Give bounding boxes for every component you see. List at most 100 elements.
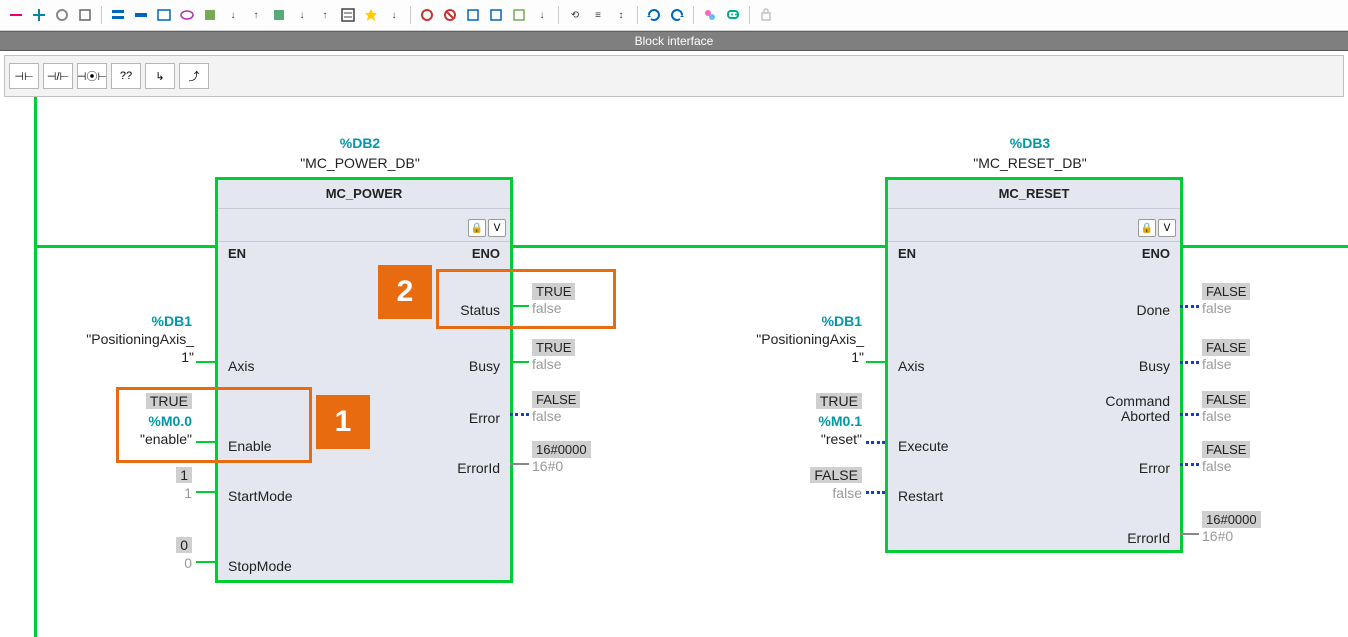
pin-errorid: ErrorId: [1127, 530, 1170, 546]
toolbar-btn[interactable]: ⟲: [565, 5, 585, 25]
in-axis-name2: "PositioningAxis_: [690, 331, 864, 347]
wire: [510, 361, 529, 363]
block-title: MC_RESET: [888, 180, 1180, 209]
toolbar-btn[interactable]: [509, 5, 529, 25]
toolbar-btn[interactable]: [756, 5, 776, 25]
pin-execute: Execute: [898, 438, 949, 454]
db-tag-block2: %DB3: [950, 135, 1110, 151]
pin-error: Error: [1139, 460, 1170, 476]
toolbar-btn[interactable]: [667, 5, 687, 25]
pin-busy: Busy: [1139, 358, 1170, 374]
in-restart-state: FALSE: [790, 467, 862, 483]
in-stopmode-under: 0: [150, 555, 192, 571]
toolbar-btn[interactable]: ↑: [315, 5, 335, 25]
pin-cmdaborted: CommandAborted: [1105, 394, 1170, 424]
in-execute-name: "reset": [780, 431, 862, 447]
toolbar-btn[interactable]: [269, 5, 289, 25]
toolbar-btn[interactable]: ↓: [532, 5, 552, 25]
block-interface-bar[interactable]: Block interface: [0, 31, 1348, 51]
out-busy-grp: TRUEfalse: [532, 339, 575, 373]
callout-box-1: [116, 387, 312, 463]
toolbar-separator: [637, 6, 638, 24]
power-rail: [34, 97, 37, 637]
toolbar-btn[interactable]: [723, 5, 743, 25]
wire: [1180, 305, 1199, 307]
toolbar-btn[interactable]: [6, 5, 26, 25]
toolbar-btn[interactable]: [154, 5, 174, 25]
wire: [866, 441, 885, 443]
toolbar-btn[interactable]: [463, 5, 483, 25]
db-name-block1: "MC_POWER_DB": [260, 155, 460, 171]
lad-btn-contact-no[interactable]: ⊣⊢: [9, 63, 39, 89]
block-mc-power[interactable]: MC_POWER 🔒 ᐯ ENENO Axis Enable StartMode…: [215, 177, 513, 583]
lad-btn-empty-box[interactable]: ??: [111, 63, 141, 89]
en-rung-right: [1177, 245, 1348, 248]
toolbar-btn[interactable]: [75, 5, 95, 25]
toolbar-btn[interactable]: ↓: [384, 5, 404, 25]
ladder-canvas: %DB2 "MC_POWER_DB" MC_POWER 🔒 ᐯ ENENO Ax…: [0, 97, 1348, 637]
out-cmdaborted-grp: FALSEfalse: [1202, 391, 1250, 425]
pin-eno: ENO: [472, 246, 500, 261]
block-lock-icon[interactable]: 🔒: [1138, 219, 1156, 237]
pin-en: EN: [228, 246, 246, 261]
toolbar-btn[interactable]: ≡: [588, 5, 608, 25]
toolbar-separator: [558, 6, 559, 24]
lad-btn-branch-open[interactable]: ↳: [145, 63, 175, 89]
block-v-icon[interactable]: ᐯ: [488, 219, 506, 237]
pin-errorid: ErrorId: [457, 460, 500, 476]
block-v-icon[interactable]: ᐯ: [1158, 219, 1176, 237]
toolbar-separator: [749, 6, 750, 24]
wire: [196, 561, 215, 563]
block-mc-reset[interactable]: MC_RESET 🔒 ᐯ ENENO Axis Execute Restart …: [885, 177, 1183, 553]
in-startmode-under: 1: [150, 485, 192, 501]
toolbar-btn[interactable]: [440, 5, 460, 25]
lad-btn-contact-nc[interactable]: ⊣/⊢: [43, 63, 73, 89]
editor-toolbar: ↓ ↑ ↓ ↑ ↓ ↓ ⟲ ≡ ↕: [0, 0, 1348, 31]
toolbar-btn[interactable]: [644, 5, 664, 25]
toolbar-btn[interactable]: [108, 5, 128, 25]
toolbar-separator: [101, 6, 102, 24]
in-axis-suffix2: 1": [810, 349, 864, 365]
toolbar-btn[interactable]: ↓: [292, 5, 312, 25]
toolbar-btn[interactable]: [200, 5, 220, 25]
wire: [510, 413, 529, 415]
pin-done: Done: [1137, 302, 1170, 318]
wire: [196, 491, 215, 493]
toolbar-btn[interactable]: [486, 5, 506, 25]
in-axis-tag: %DB1: [80, 313, 192, 329]
toolbar-btn[interactable]: [417, 5, 437, 25]
lad-btn-branch-close[interactable]: ⤴: [179, 63, 209, 89]
toolbar-btn[interactable]: [131, 5, 151, 25]
toolbar-btn[interactable]: ↓: [223, 5, 243, 25]
pin-en: EN: [898, 246, 916, 261]
toolbar-btn[interactable]: [29, 5, 49, 25]
out-error-grp: FALSEfalse: [532, 391, 580, 425]
pin-stopmode: StopMode: [228, 558, 292, 574]
in-restart-under: false: [790, 485, 862, 501]
toolbar-btn[interactable]: [361, 5, 381, 25]
lad-element-bar: ⊣⊢ ⊣/⊢ ⊣⦿⊢ ?? ↳ ⤴: [4, 55, 1344, 97]
db-tag-block1: %DB2: [280, 135, 440, 151]
callout-box-2: [436, 269, 616, 329]
toolbar-btn[interactable]: ↕: [611, 5, 631, 25]
block-lock-icon[interactable]: 🔒: [468, 219, 486, 237]
in-startmode-boxed: 1: [150, 467, 192, 483]
out-error-grp2: FALSEfalse: [1202, 441, 1250, 475]
toolbar-btn[interactable]: [338, 5, 358, 25]
toolbar-btn[interactable]: [52, 5, 72, 25]
toolbar-btn[interactable]: [700, 5, 720, 25]
en-rung-left: [34, 245, 215, 248]
toolbar-btn[interactable]: ↑: [246, 5, 266, 25]
toolbar-btn[interactable]: [177, 5, 197, 25]
in-execute-state: TRUE: [790, 393, 862, 409]
in-axis-suffix: 1": [140, 349, 194, 365]
out-done-grp: FALSEfalse: [1202, 283, 1250, 317]
callout-number-2: 2: [378, 265, 432, 319]
wire: [1180, 463, 1199, 465]
db-name-block2: "MC_RESET_DB": [930, 155, 1130, 171]
en-rung-mid: [507, 245, 885, 248]
out-errorid-grp2: 16#000016#0: [1202, 511, 1261, 545]
pin-busy: Busy: [469, 358, 500, 374]
lad-btn-coil[interactable]: ⊣⦿⊢: [77, 63, 107, 89]
toolbar-separator: [410, 6, 411, 24]
